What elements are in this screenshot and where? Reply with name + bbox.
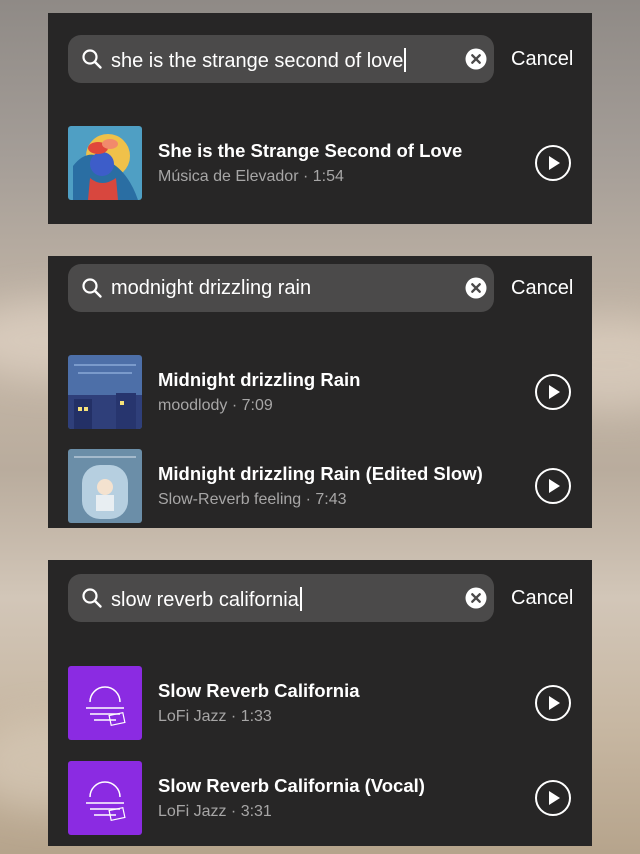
text-caret <box>299 587 302 611</box>
clear-icon[interactable] <box>465 48 487 70</box>
play-icon[interactable] <box>534 684 572 722</box>
album-art <box>68 761 142 835</box>
track-title: Midnight drizzling Rain <box>158 369 361 390</box>
play-icon[interactable] <box>534 779 572 817</box>
clear-icon[interactable] <box>465 587 487 609</box>
track-row[interactable]: Midnight drizzling Rain moodlody · 7:09 <box>68 355 574 431</box>
search-query: slow reverb california <box>111 587 302 612</box>
search-panel-1: she is the strange second of love Cancel… <box>48 13 592 224</box>
track-title: She is the Strange Second of Love <box>158 140 463 161</box>
text-caret <box>404 48 407 72</box>
play-icon[interactable] <box>534 373 572 411</box>
track-subtitle: LoFi Jazz · 1:33 <box>158 708 272 725</box>
search-bar: modnight drizzling rain Cancel <box>68 264 574 312</box>
cancel-button[interactable]: Cancel <box>511 48 573 71</box>
track-row[interactable]: Midnight drizzling Rain (Edited Slow) Sl… <box>68 449 574 525</box>
search-query: she is the strange second of love <box>111 48 407 73</box>
track-title: Slow Reverb California (Vocal) <box>158 775 425 796</box>
cancel-button[interactable]: Cancel <box>511 587 573 610</box>
track-row[interactable]: Slow Reverb California LoFi Jazz · 1:33 <box>68 666 574 742</box>
cancel-button[interactable]: Cancel <box>511 277 573 300</box>
track-row[interactable]: She is the Strange Second of Love Música… <box>68 126 574 202</box>
play-icon[interactable] <box>534 467 572 505</box>
search-icon <box>82 278 102 298</box>
track-subtitle: LoFi Jazz · 3:31 <box>158 803 272 820</box>
search-input[interactable]: modnight drizzling rain <box>68 264 494 312</box>
track-subtitle: Música de Elevador · 1:54 <box>158 168 344 185</box>
search-input[interactable]: slow reverb california <box>68 574 494 622</box>
play-icon[interactable] <box>534 144 572 182</box>
album-art <box>68 126 142 200</box>
search-icon <box>82 588 102 608</box>
search-bar: slow reverb california Cancel <box>68 574 574 622</box>
search-bar: she is the strange second of love Cancel <box>68 35 574 83</box>
search-panel-2: modnight drizzling rain Cancel Midnight … <box>48 256 592 528</box>
album-art <box>68 355 142 429</box>
search-icon <box>82 49 102 69</box>
track-subtitle: moodlody · 7:09 <box>158 397 273 414</box>
search-query: modnight drizzling rain <box>111 277 312 299</box>
track-title: Slow Reverb California <box>158 680 360 701</box>
track-title: Midnight drizzling Rain (Edited Slow) <box>158 463 483 484</box>
track-row[interactable]: Slow Reverb California (Vocal) LoFi Jazz… <box>68 761 574 837</box>
search-panel-3: slow reverb california Cancel Slow Rever… <box>48 560 592 846</box>
album-art <box>68 666 142 740</box>
clear-icon[interactable] <box>465 277 487 299</box>
album-art <box>68 449 142 523</box>
track-subtitle: Slow-Reverb feeling · 7:43 <box>158 491 347 508</box>
search-input[interactable]: she is the strange second of love <box>68 35 494 83</box>
